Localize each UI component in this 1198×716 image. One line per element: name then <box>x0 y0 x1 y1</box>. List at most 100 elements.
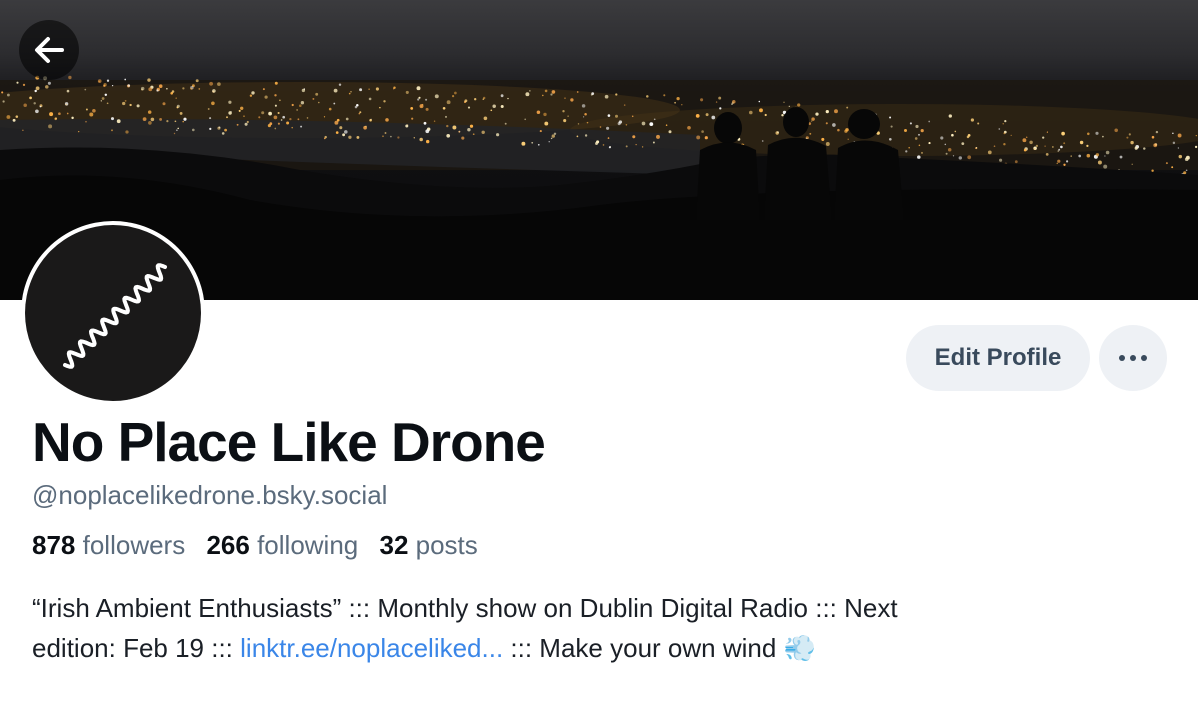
city-light <box>127 84 131 87</box>
city-light <box>106 102 109 105</box>
more-options-button[interactable] <box>1099 325 1167 391</box>
city-light <box>947 147 952 152</box>
city-light <box>442 106 446 110</box>
city-light <box>384 132 387 134</box>
posts-label: posts <box>415 530 478 560</box>
city-light <box>1010 134 1012 137</box>
city-light <box>277 111 280 115</box>
city-light <box>454 91 457 95</box>
city-light <box>954 130 957 133</box>
city-light <box>563 119 567 123</box>
city-light <box>687 125 691 130</box>
city-light <box>504 122 507 125</box>
city-light <box>97 79 102 83</box>
city-light <box>500 94 504 98</box>
city-light <box>944 143 947 146</box>
city-light <box>635 144 637 146</box>
avatar[interactable] <box>21 221 205 405</box>
city-light <box>1195 134 1197 137</box>
edit-profile-button[interactable]: Edit Profile <box>906 325 1090 391</box>
city-light <box>68 75 72 80</box>
profile-display-name: No Place Like Drone <box>32 411 546 473</box>
city-light <box>385 118 389 122</box>
city-light <box>917 155 921 159</box>
city-light <box>162 102 166 106</box>
city-light <box>350 91 352 93</box>
city-light <box>224 128 227 132</box>
city-light <box>1033 147 1036 150</box>
city-light <box>1029 140 1033 145</box>
city-light <box>908 146 910 149</box>
city-light <box>434 94 439 99</box>
city-light <box>548 141 550 143</box>
city-light <box>23 103 27 108</box>
city-light <box>147 110 152 114</box>
bio-line-1: “Irish Ambient Enthusiasts” ::: Monthly … <box>32 593 898 623</box>
city-light <box>417 98 420 101</box>
city-light <box>606 126 610 130</box>
city-light <box>274 81 278 85</box>
city-light <box>705 113 709 117</box>
city-light <box>393 86 396 89</box>
city-light <box>368 97 372 101</box>
city-light <box>945 152 948 155</box>
city-light <box>1086 144 1089 148</box>
profile-stats: 878 followers 266 following 32 posts <box>32 530 492 561</box>
city-light <box>500 104 504 109</box>
city-light <box>209 127 212 131</box>
city-light <box>333 88 338 93</box>
city-light <box>125 130 129 134</box>
city-light <box>359 88 363 92</box>
city-light <box>1023 148 1027 152</box>
city-light <box>1102 135 1104 138</box>
city-light <box>264 95 268 99</box>
followers-stat[interactable]: 878 followers <box>32 530 185 560</box>
city-light <box>783 101 785 103</box>
city-light <box>1165 162 1168 165</box>
city-light <box>176 129 178 131</box>
city-light <box>966 135 970 139</box>
following-stat[interactable]: 266 following <box>206 530 358 560</box>
city-light <box>124 99 127 102</box>
city-light <box>758 100 761 103</box>
city-light <box>85 120 87 123</box>
city-light <box>116 119 121 124</box>
city-light <box>262 88 265 91</box>
bio-link[interactable]: linktr.ee/noplaceliked... <box>240 633 503 663</box>
city-light <box>1183 171 1187 175</box>
city-light <box>551 90 556 94</box>
city-light <box>958 156 963 160</box>
city-light <box>607 114 611 117</box>
back-button[interactable] <box>19 20 79 80</box>
city-light <box>825 122 828 125</box>
city-light <box>570 98 574 102</box>
city-light <box>209 117 212 120</box>
city-light <box>243 115 245 117</box>
city-light <box>277 122 280 125</box>
city-light <box>104 93 108 97</box>
city-light <box>970 118 975 122</box>
city-light <box>124 78 127 81</box>
city-light <box>1004 119 1007 123</box>
city-light <box>602 144 605 146</box>
city-light <box>228 111 232 115</box>
city-light <box>171 90 175 93</box>
city-light <box>166 120 169 123</box>
city-light <box>458 130 461 133</box>
city-light <box>280 119 283 121</box>
city-light <box>177 127 179 130</box>
city-light <box>551 134 555 138</box>
city-light <box>564 97 566 99</box>
city-light <box>195 79 199 83</box>
city-light <box>100 100 102 102</box>
city-light <box>625 124 628 126</box>
city-light <box>464 99 468 103</box>
city-light <box>315 92 319 96</box>
city-light <box>646 95 649 98</box>
city-light <box>810 120 813 122</box>
city-light <box>576 135 579 138</box>
city-light <box>469 124 474 128</box>
city-light <box>268 111 272 116</box>
city-light <box>668 130 672 134</box>
city-light <box>1151 169 1154 172</box>
